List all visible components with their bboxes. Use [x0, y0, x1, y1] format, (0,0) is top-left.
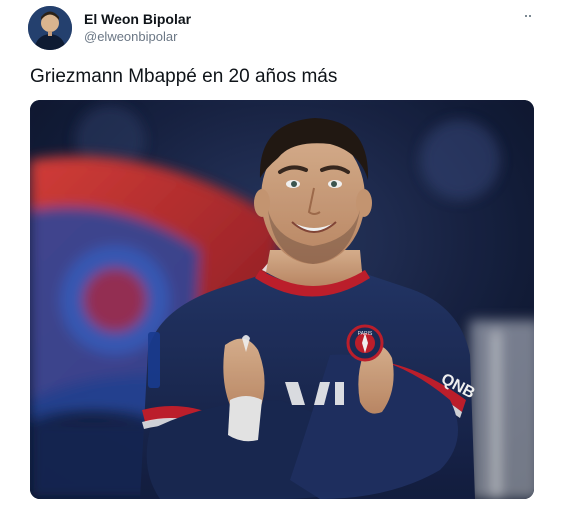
avatar[interactable]	[28, 6, 72, 50]
author-block: El Weon Bipolar @elweonbipolar	[84, 11, 191, 45]
avatar-image	[28, 6, 72, 50]
more-dot	[529, 15, 531, 17]
more-dot	[525, 15, 527, 17]
tweet-card: El Weon Bipolar @elweonbipolar Griezmann…	[0, 0, 562, 513]
author-handle[interactable]: @elweonbipolar	[84, 29, 191, 45]
author-display-name[interactable]: El Weon Bipolar	[84, 11, 191, 27]
tweet-text: Griezmann Mbappé en 20 años más	[30, 66, 338, 87]
photo-illustration: PARIS QNB	[30, 100, 534, 499]
tweet-media-photo[interactable]: PARIS QNB	[30, 100, 534, 499]
more-options-icon[interactable]	[516, 8, 540, 24]
